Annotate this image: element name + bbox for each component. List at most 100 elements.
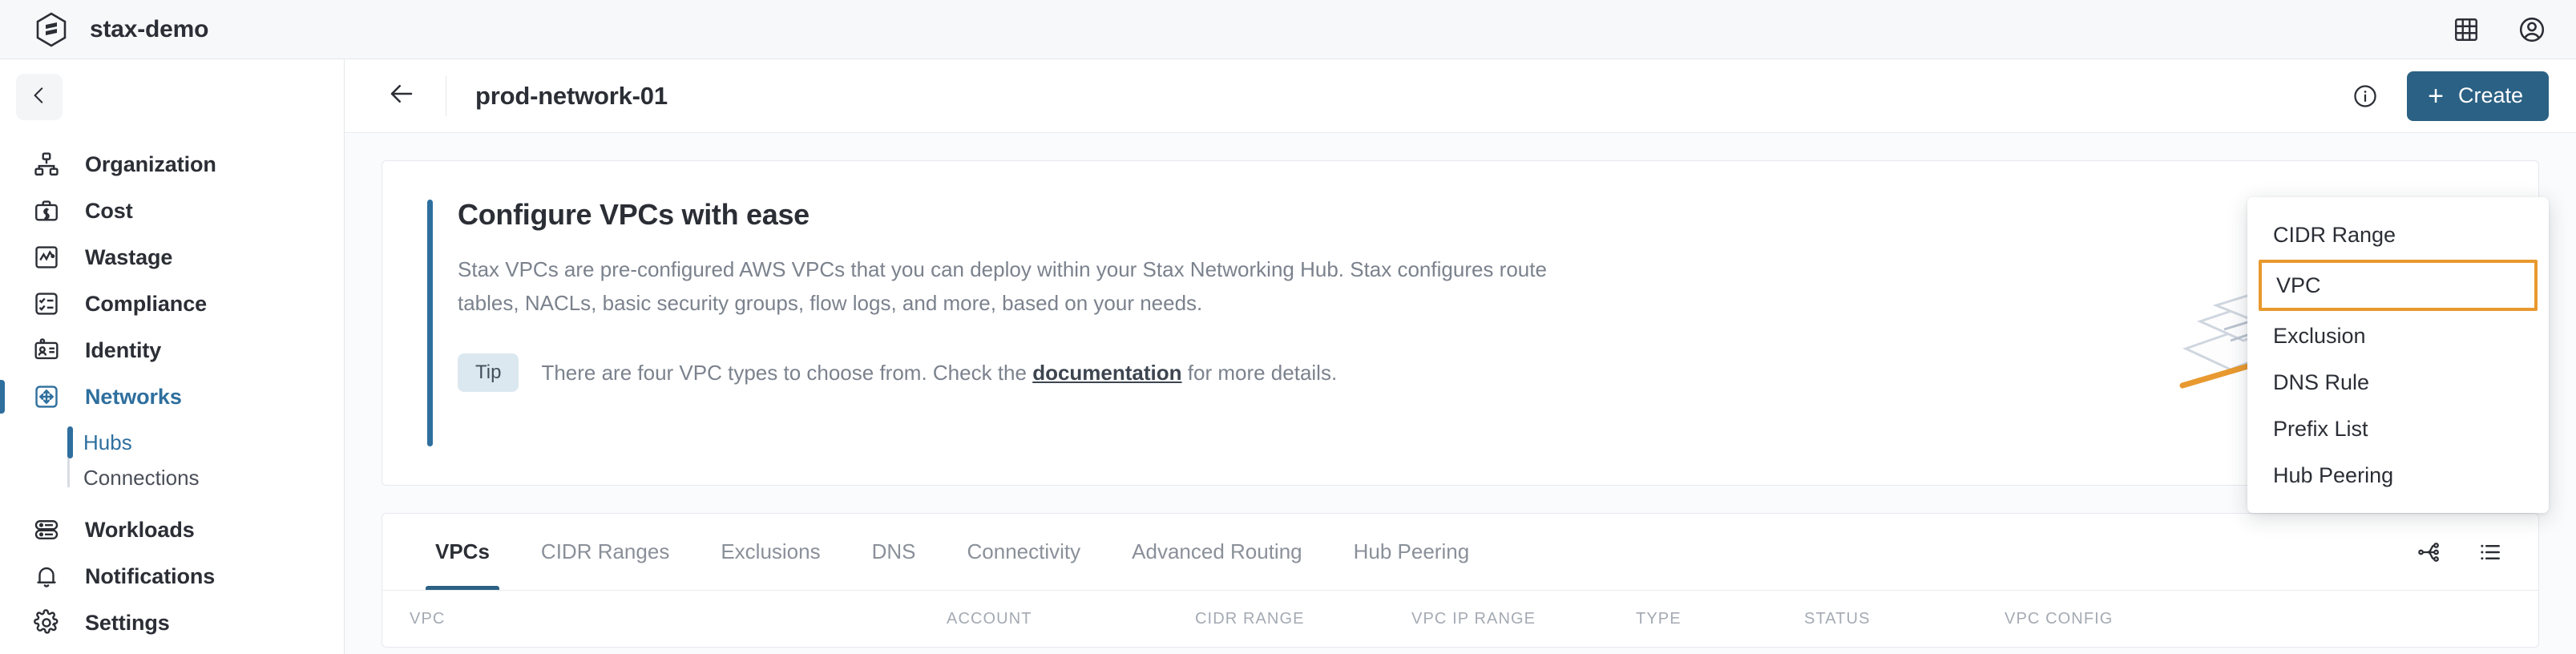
tab-label: Connectivity bbox=[967, 539, 1081, 563]
menu-item-label: Prefix List bbox=[2273, 416, 2368, 441]
sidebar-nav: Organization Cost Wastage Compliance Ide… bbox=[0, 141, 344, 646]
app-root: stax-demo Organization Cost Wastage Comp… bbox=[0, 0, 2576, 654]
sidebar-item-compliance[interactable]: Compliance bbox=[0, 281, 344, 327]
sidebar-item-label: Cost bbox=[85, 198, 133, 223]
column-header-vpc[interactable]: VPC bbox=[410, 610, 947, 628]
menu-item-label: CIDR Range bbox=[2273, 222, 2396, 247]
column-header-vpc-ip-range[interactable]: VPC IP RANGE bbox=[1411, 610, 1636, 628]
menu-item-hub-peering[interactable]: Hub Peering bbox=[2247, 452, 2549, 499]
main-content: prod-network-01 + Create Configure VPCs … bbox=[345, 59, 2576, 654]
tab-label: CIDR Ranges bbox=[540, 539, 670, 563]
tab-label: Exclusions bbox=[721, 539, 821, 563]
tip-row: Tip There are four VPC types to choose f… bbox=[458, 353, 1573, 393]
wastage-chart-icon bbox=[29, 240, 64, 275]
sidebar-item-wastage[interactable]: Wastage bbox=[0, 234, 344, 281]
brand[interactable]: stax-demo bbox=[35, 11, 209, 47]
sidebar-item-organization[interactable]: Organization bbox=[0, 141, 344, 188]
menu-item-exclusion[interactable]: Exclusion bbox=[2247, 313, 2549, 359]
tip-text-before: There are four VPC types to choose from.… bbox=[541, 360, 1027, 385]
tab-vpcs[interactable]: VPCs bbox=[410, 514, 515, 590]
documentation-link[interactable]: documentation bbox=[1032, 361, 1181, 385]
sidebar-subitem-connections[interactable]: Connections bbox=[83, 460, 344, 495]
sidebar-item-settings[interactable]: Settings bbox=[0, 600, 344, 646]
network-topology-icon[interactable] bbox=[2413, 536, 2445, 568]
sidebar-item-label: Networks bbox=[85, 384, 182, 409]
sidebar-item-cost[interactable]: Cost bbox=[0, 188, 344, 234]
tip-text: There are four VPC types to choose from.… bbox=[541, 361, 1337, 386]
sidebar-item-notifications[interactable]: Notifications bbox=[0, 553, 344, 600]
chevron-left-icon bbox=[29, 85, 50, 110]
sidebar-item-label: Wastage bbox=[85, 244, 173, 269]
content-area: Configure VPCs with ease Stax VPCs are p… bbox=[345, 133, 2576, 654]
vpc-info-card: Configure VPCs with ease Stax VPCs are p… bbox=[382, 160, 2539, 486]
notifications-bell-icon bbox=[29, 559, 64, 594]
back-arrow-icon bbox=[387, 79, 416, 112]
header-actions: + Create bbox=[2348, 71, 2549, 121]
column-header-status[interactable]: STATUS bbox=[1804, 610, 2005, 628]
sidebar-item-label: Identity bbox=[85, 337, 162, 362]
topbar-icons bbox=[2449, 13, 2549, 46]
compliance-checklist-icon bbox=[29, 286, 64, 321]
tab-label: Hub Peering bbox=[1353, 539, 1470, 563]
workloads-server-icon bbox=[29, 512, 64, 547]
sidebar-subitem-hubs[interactable]: Hubs bbox=[67, 425, 344, 460]
cost-briefcase-icon bbox=[29, 193, 64, 228]
page-title: prod-network-01 bbox=[475, 81, 668, 110]
sidebar: Organization Cost Wastage Compliance Ide… bbox=[0, 59, 345, 654]
menu-item-vpc[interactable]: VPC bbox=[2259, 260, 2538, 311]
vpc-table-panel: VPCs CIDR Ranges Exclusions DNS Connecti… bbox=[382, 513, 2539, 648]
brand-name: stax-demo bbox=[90, 15, 209, 42]
tab-exclusions[interactable]: Exclusions bbox=[695, 514, 846, 590]
tip-badge: Tip bbox=[458, 353, 519, 393]
sidebar-item-label: Organization bbox=[85, 151, 216, 176]
networks-arrows-icon bbox=[29, 379, 64, 414]
body-row: Organization Cost Wastage Compliance Ide… bbox=[0, 59, 2576, 654]
table-header-row: VPC ACCOUNT CIDR RANGE VPC IP RANGE TYPE… bbox=[382, 591, 2538, 647]
tabs-row: VPCs CIDR Ranges Exclusions DNS Connecti… bbox=[382, 514, 2538, 591]
menu-item-dns-rule[interactable]: DNS Rule bbox=[2247, 359, 2549, 406]
tab-hub-peering[interactable]: Hub Peering bbox=[1328, 514, 1496, 590]
menu-item-cidr-range[interactable]: CIDR Range bbox=[2247, 212, 2549, 258]
identity-card-icon bbox=[29, 333, 64, 368]
tab-advanced-routing[interactable]: Advanced Routing bbox=[1106, 514, 1327, 590]
column-header-account[interactable]: ACCOUNT bbox=[947, 610, 1195, 628]
info-circle-icon[interactable] bbox=[2348, 79, 2383, 114]
tab-label: DNS bbox=[871, 539, 916, 563]
column-header-cidr-range[interactable]: CIDR RANGE bbox=[1195, 610, 1411, 628]
card-text: Configure VPCs with ease Stax VPCs are p… bbox=[427, 198, 1573, 448]
tab-dns[interactable]: DNS bbox=[846, 514, 942, 590]
card-accent-bar bbox=[427, 200, 433, 446]
menu-item-prefix-list[interactable]: Prefix List bbox=[2247, 406, 2549, 452]
card-description: Stax VPCs are pre-configured AWS VPCs th… bbox=[458, 257, 1547, 316]
tab-cidr-ranges[interactable]: CIDR Ranges bbox=[515, 514, 695, 590]
column-header-vpc-config[interactable]: VPC CONFIG bbox=[2005, 610, 2245, 628]
sidebar-item-networks[interactable]: Networks bbox=[0, 373, 344, 420]
sidebar-item-identity[interactable]: Identity bbox=[0, 327, 344, 373]
column-header-type[interactable]: TYPE bbox=[1636, 610, 1804, 628]
tab-label: Advanced Routing bbox=[1132, 539, 1302, 563]
card-title: Configure VPCs with ease bbox=[458, 198, 810, 231]
sidebar-subitem-label: Connections bbox=[83, 465, 200, 490]
top-bar: stax-demo bbox=[0, 0, 2576, 59]
create-button[interactable]: + Create bbox=[2407, 71, 2549, 121]
collapse-wrap bbox=[0, 74, 344, 120]
page-header: prod-network-01 + Create bbox=[345, 59, 2576, 133]
list-view-icon[interactable] bbox=[2474, 536, 2506, 568]
tab-label: VPCs bbox=[435, 539, 490, 563]
back-button[interactable] bbox=[380, 75, 423, 118]
tip-text-after: for more details. bbox=[1187, 360, 1338, 385]
sidebar-collapse-button[interactable] bbox=[16, 74, 63, 120]
create-button-label: Create bbox=[2457, 83, 2523, 107]
apps-grid-icon[interactable] bbox=[2449, 13, 2483, 46]
tab-connectivity[interactable]: Connectivity bbox=[942, 514, 1107, 590]
settings-gear-icon bbox=[29, 605, 64, 640]
menu-item-label: DNS Rule bbox=[2273, 369, 2370, 394]
stax-hexagon-logo-icon bbox=[35, 11, 67, 47]
tabs: VPCs CIDR Ranges Exclusions DNS Connecti… bbox=[410, 514, 1495, 590]
plus-icon: + bbox=[2428, 80, 2444, 111]
create-dropdown-menu: CIDR Range VPC Exclusion DNS Rule Prefix… bbox=[2247, 197, 2549, 513]
sidebar-subitem-label: Hubs bbox=[83, 430, 132, 454]
organization-icon bbox=[29, 147, 64, 182]
user-account-icon[interactable] bbox=[2515, 13, 2549, 46]
sidebar-item-workloads[interactable]: Workloads bbox=[0, 507, 344, 553]
